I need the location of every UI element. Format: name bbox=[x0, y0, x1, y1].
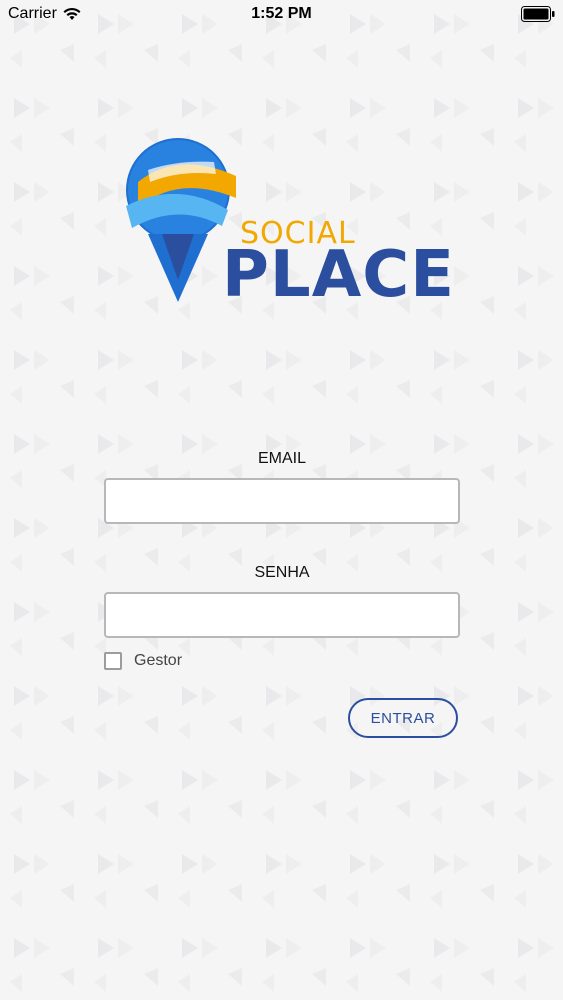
email-label: EMAIL bbox=[257, 450, 306, 467]
entrar-button[interactable]: ENTRAR bbox=[348, 698, 458, 738]
status-time: 1:52 PM bbox=[251, 5, 312, 22]
password-label: SENHA bbox=[254, 564, 310, 581]
logo-word-place: PLACE bbox=[222, 238, 455, 312]
gestor-label: Gestor bbox=[134, 652, 183, 669]
status-bar: Carrier 1:52 PM bbox=[0, 0, 563, 30]
battery-icon bbox=[521, 6, 555, 22]
password-field[interactable] bbox=[104, 592, 460, 638]
gestor-checkbox[interactable] bbox=[104, 652, 122, 670]
social-place-logo: SOCIAL PLACE bbox=[118, 130, 454, 312]
login-form: EMAIL SENHA Gestor bbox=[104, 448, 460, 672]
email-field[interactable] bbox=[104, 478, 460, 524]
gestor-checkbox-row[interactable]: Gestor bbox=[104, 650, 460, 672]
